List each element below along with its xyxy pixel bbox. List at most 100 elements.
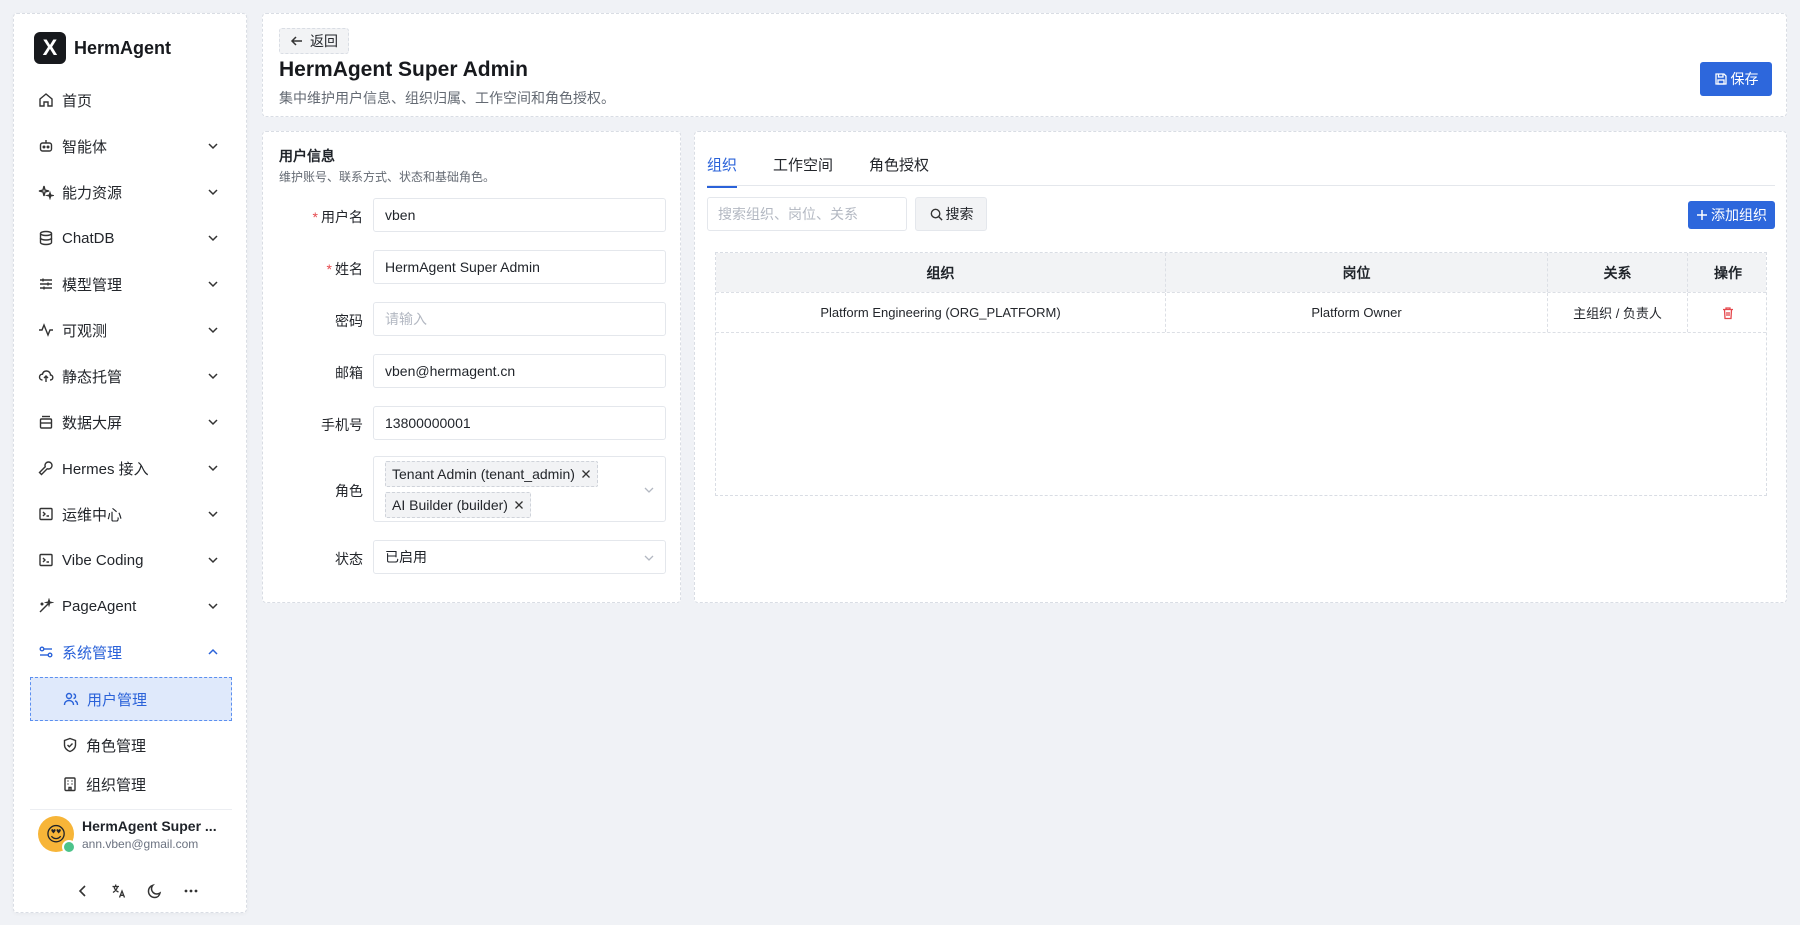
sub-item-label: 用户管理 (87, 691, 148, 709)
page-title: HermAgent Super Admin (279, 58, 528, 81)
nav-item-pageagent[interactable]: PageAgent (30, 586, 232, 626)
user-profile[interactable]: 😍 HermAgent Super ... ann.vben@gmail.com (38, 816, 222, 854)
chevron-down-icon (644, 555, 654, 561)
phone-input[interactable]: 13800000001 (373, 406, 666, 440)
chevron-down-icon (208, 143, 218, 150)
email-input[interactable]: vben@hermagent.cn (373, 354, 666, 388)
sliders-icon (38, 276, 54, 292)
screen-icon (38, 414, 54, 430)
status-label: 状态 (335, 551, 363, 567)
column-header[interactable]: 关系 (1548, 253, 1688, 292)
nav-item-vibe-coding[interactable]: Vibe Coding (30, 540, 232, 580)
close-icon[interactable] (581, 469, 591, 479)
role-tag: Tenant Admin (tenant_admin) (385, 461, 598, 487)
nav-item-agents[interactable]: 智能体 (30, 126, 232, 166)
nav-item-data-screen[interactable]: 数据大屏 (30, 402, 232, 442)
table-cell-org: Platform Engineering (ORG_PLATFORM) (716, 293, 1166, 332)
search-button[interactable]: 搜索 (915, 197, 987, 231)
nav-item-hermes[interactable]: Hermes 接入 (30, 448, 232, 488)
sub-item-role-management[interactable]: 角色管理 (30, 723, 232, 767)
tab-organization[interactable]: 组织 (707, 154, 738, 188)
building-icon (64, 777, 76, 792)
close-icon[interactable] (514, 500, 524, 510)
nav-label: 系统管理 (62, 644, 123, 662)
table-cell-actions (1688, 293, 1768, 332)
nav-label: 数据大屏 (62, 414, 123, 432)
nav-item-chatdb[interactable]: ChatDB (30, 218, 232, 258)
terminal-icon (38, 506, 54, 522)
activity-icon (38, 322, 54, 338)
user-email: ann.vben@gmail.com (82, 836, 199, 851)
chevron-down-icon (644, 487, 654, 493)
sub-item-org-management[interactable]: 组织管理 (30, 766, 232, 802)
nav-label: ChatDB (62, 229, 115, 247)
relation-tabs: 组织 工作空间 角色授权 (707, 154, 929, 188)
nav-label: PageAgent (62, 597, 137, 615)
translate-icon[interactable] (110, 882, 128, 900)
name-label: * 姓名 (263, 259, 363, 279)
nav-label: Hermes 接入 (62, 460, 149, 478)
column-header: 操作 (1714, 264, 1742, 281)
brand[interactable]: X HermAgent (34, 32, 171, 64)
page-header: 返回 HermAgent Super Admin 集中维护用户信息、组织归属、工… (262, 13, 1787, 117)
nav-item-observability[interactable]: 可观测 (30, 310, 232, 350)
nav-item-static-hosting[interactable]: 静态托管 (30, 356, 232, 396)
nav-item-capabilities[interactable]: 能力资源 (30, 172, 232, 212)
save-icon (1714, 73, 1727, 85)
chevron-down-icon (208, 327, 218, 334)
nav-label: Vibe Coding (62, 551, 144, 569)
username-input[interactable]: vben (373, 198, 666, 232)
nav-label: 可观测 (62, 322, 108, 340)
add-organization-button[interactable]: 添加组织 (1688, 201, 1775, 229)
chevron-down-icon (208, 511, 218, 518)
cloud-upload-icon (38, 368, 54, 384)
nav-label: 运维中心 (62, 506, 123, 524)
chevron-down-icon (208, 281, 218, 288)
password-input[interactable]: 请输入 (373, 302, 666, 336)
sidebar: X HermAgent 首页 智能体 能力资源 ChatDB 模型管理 可观测 … (13, 13, 247, 913)
sidebar-divider (30, 809, 232, 810)
column-header[interactable]: 组织 (716, 253, 1166, 292)
role-tag: AI Builder (builder) (385, 492, 531, 518)
search-input[interactable]: 搜索组织、岗位、关系 (707, 197, 907, 231)
nav-item-system[interactable]: 系统管理 (30, 632, 232, 672)
chevron-down-icon (208, 419, 218, 426)
save-button[interactable]: 保存 (1700, 62, 1772, 96)
back-button[interactable]: 返回 (279, 28, 349, 54)
more-icon[interactable] (182, 882, 200, 900)
required-mark: * (312, 209, 318, 225)
nav-item-models[interactable]: 模型管理 (30, 264, 232, 304)
database-icon (38, 230, 54, 246)
brand-name: HermAgent (74, 37, 172, 58)
name-input[interactable]: HermAgent Super Admin (373, 250, 666, 284)
label-text: 姓名 (335, 261, 363, 277)
tab-role-authorization[interactable]: 角色授权 (869, 154, 929, 188)
magic-wand-icon (38, 598, 54, 614)
required-mark: * (326, 261, 332, 277)
chevron-down-icon (208, 235, 218, 242)
back-label: 返回 (310, 33, 338, 49)
settings-sliders-icon (38, 644, 54, 660)
robot-icon (38, 138, 54, 154)
save-label: 保存 (1730, 71, 1759, 87)
tab-workspace[interactable]: 工作空间 (773, 154, 833, 188)
page-description: 集中维护用户信息、组织归属、工作空间和角色授权。 (279, 90, 615, 106)
sub-item-user-management[interactable]: 用户管理 (30, 677, 232, 721)
avatar[interactable]: 😍 (38, 816, 76, 854)
roles-select[interactable]: Tenant Admin (tenant_admin) AI Builder (… (373, 456, 666, 522)
nav-item-ops[interactable]: 运维中心 (30, 494, 232, 534)
nav-item-home[interactable]: 首页 (30, 80, 232, 120)
status-value: 已启用 (385, 549, 427, 565)
collapse-sidebar-icon[interactable] (74, 882, 92, 900)
password-label: 密码 (335, 313, 363, 329)
dark-mode-icon[interactable] (146, 882, 164, 900)
online-status-badge (62, 840, 76, 854)
trash-icon[interactable] (1721, 306, 1735, 320)
chevron-down-icon (208, 603, 218, 610)
table-cell-position: Platform Owner (1166, 293, 1548, 332)
tab-divider (707, 185, 1775, 186)
user-name: HermAgent Super ... (82, 817, 217, 834)
column-header[interactable]: 岗位 (1166, 253, 1548, 292)
chevron-down-icon (208, 465, 218, 472)
status-select[interactable]: 已启用 (373, 540, 666, 574)
